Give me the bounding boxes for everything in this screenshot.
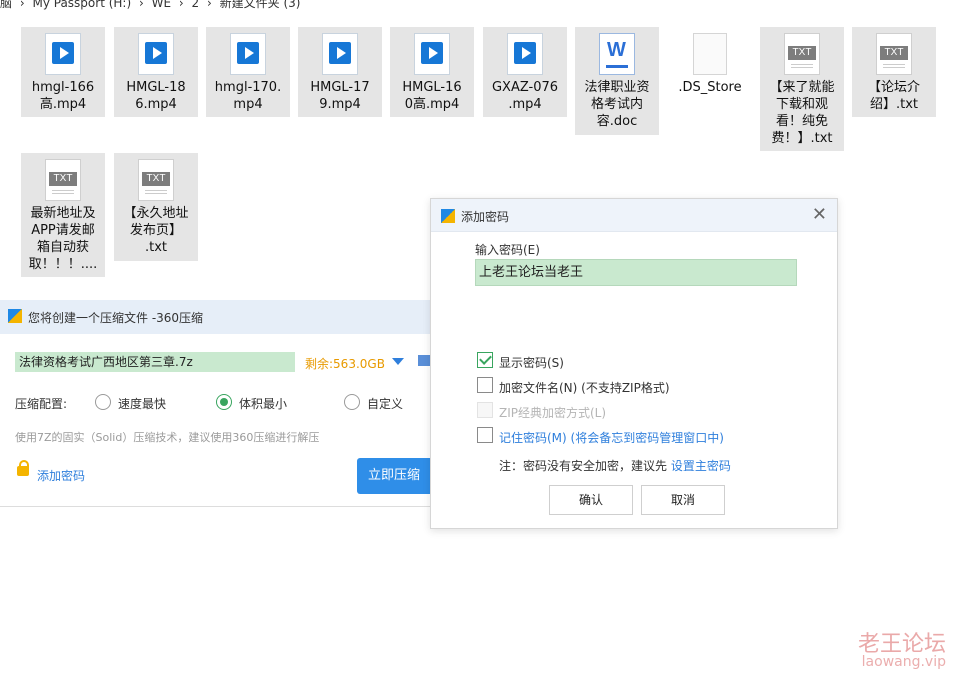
password-note: 注：密码没有安全加密，建议先 设置主密码 — [499, 457, 731, 474]
360zip-logo-icon — [8, 309, 22, 323]
file-item[interactable]: TXT 【永久地址 发布页】 .txt — [114, 153, 198, 261]
add-password-link[interactable]: 添加密码 — [37, 467, 85, 484]
lock-icon[interactable] — [17, 460, 29, 476]
radio-smallest-label[interactable]: 体积最小 — [239, 395, 287, 412]
compress-tip: 使用7Z的固实（Solid）压缩技术，建议使用360压缩进行解压 — [15, 431, 320, 444]
file-name: HMGL-18 6.mp4 — [126, 80, 186, 112]
watermark-url: laowang.vip — [861, 654, 946, 670]
breadcrumb-sep: › — [19, 0, 25, 10]
radio-fastest[interactable] — [95, 394, 111, 410]
cancel-button[interactable]: 取消 — [641, 485, 725, 515]
video-file-icon — [414, 33, 450, 75]
blank-file-icon — [693, 33, 727, 75]
file-name: 最新地址及 APP请发邮 箱自动获 取！！！.... — [28, 206, 98, 272]
file-item[interactable]: HMGL-16 0高.mp4 — [390, 27, 474, 117]
password-label: 输入密码(E) — [475, 243, 540, 257]
radio-smallest[interactable] — [216, 394, 232, 410]
breadcrumb-sep: › — [207, 0, 212, 10]
file-item[interactable]: W 法律职业资 格考试内 容.doc — [575, 27, 659, 135]
file-item[interactable]: HMGL-18 6.mp4 — [114, 27, 198, 117]
file-name: GXAZ-076 .mp4 — [491, 80, 559, 112]
radio-fastest-label[interactable]: 速度最快 — [118, 395, 166, 412]
file-name: HMGL-16 0高.mp4 — [402, 80, 462, 112]
file-item[interactable]: GXAZ-076 .mp4 — [483, 27, 567, 117]
folder-icon[interactable] — [418, 355, 430, 366]
free-space-label: 剩余:563.0GB — [305, 357, 385, 371]
file-item[interactable]: hmgl-166 高.mp4 — [21, 27, 105, 117]
file-name: HMGL-17 9.mp4 — [310, 80, 370, 112]
txt-file-icon: TXT — [876, 33, 912, 75]
file-item[interactable]: TXT 【来了就能 下载和观 看！纯免 费！】.txt — [760, 27, 844, 151]
video-file-icon — [138, 33, 174, 75]
show-password-label[interactable]: 显示密码(S) — [499, 354, 564, 371]
breadcrumb-item-pc[interactable]: 脑 — [0, 0, 12, 10]
file-item[interactable]: hmgl-170. mp4 — [206, 27, 290, 117]
file-item[interactable]: TXT 最新地址及 APP请发邮 箱自动获 取！！！.... — [21, 153, 105, 277]
encrypt-names-checkbox[interactable] — [477, 377, 493, 393]
word-file-icon: W — [599, 33, 635, 75]
video-file-icon — [45, 33, 81, 75]
video-file-icon — [230, 33, 266, 75]
360zip-logo-icon — [441, 209, 455, 223]
radio-custom[interactable] — [344, 394, 360, 410]
compress-config-label: 压缩配置: — [15, 397, 68, 411]
archive-name-input[interactable]: 法律资格考试广西地区第三章.7z — [15, 352, 295, 372]
remember-password-checkbox[interactable] — [477, 427, 493, 443]
dialog-header: 添加密码 ✕ — [431, 199, 837, 232]
encrypt-names-label[interactable]: 加密文件名(N) (不支持ZIP格式) — [499, 379, 670, 396]
breadcrumb-sep: › — [178, 0, 184, 10]
remember-password-label[interactable]: 记住密码(M) (将会备忘到密码管理窗口中) — [499, 429, 724, 446]
txt-file-icon: TXT — [784, 33, 820, 75]
radio-custom-label[interactable]: 自定义 — [367, 395, 403, 412]
chevron-down-icon[interactable] — [392, 358, 404, 365]
zip-classic-checkbox — [477, 402, 493, 418]
show-password-checkbox[interactable] — [477, 352, 493, 368]
file-name: hmgl-166 高.mp4 — [31, 80, 95, 112]
file-name: 【论坛介 绍】.txt — [867, 80, 920, 112]
set-master-password-link[interactable]: 设置主密码 — [671, 459, 731, 473]
breadcrumb-item-we[interactable]: WE — [152, 0, 171, 10]
txt-file-icon: TXT — [138, 159, 174, 201]
file-name: 【永久地址 发布页】 .txt — [123, 206, 189, 255]
dialog-title: 添加密码 — [461, 210, 510, 224]
breadcrumb: 脑 › My Passport (H:) › WE › 2 › 新建文件夹 (3… — [0, 0, 304, 10]
breadcrumb-sep: › — [138, 0, 144, 10]
close-icon[interactable]: ✕ — [812, 204, 827, 225]
password-input[interactable]: 上老王论坛当老王 — [475, 259, 797, 286]
note-text: 注：密码没有安全加密，建议先 — [499, 459, 668, 473]
file-name: .DS_Store — [678, 80, 742, 95]
file-name: 法律职业资 格考试内 容.doc — [584, 80, 650, 129]
video-file-icon — [507, 33, 543, 75]
txt-file-icon: TXT — [45, 159, 81, 201]
video-file-icon — [322, 33, 358, 75]
compress-panel-title: 您将创建一个压缩文件 -360压缩 — [28, 311, 204, 325]
file-name: hmgl-170. mp4 — [214, 80, 282, 112]
breadcrumb-item-2[interactable]: 2 — [192, 0, 200, 10]
breadcrumb-item-drive[interactable]: My Passport (H:) — [32, 0, 131, 10]
file-item[interactable]: .DS_Store — [668, 27, 752, 99]
file-item[interactable]: HMGL-17 9.mp4 — [298, 27, 382, 117]
compress-now-button[interactable]: 立即压缩 — [357, 458, 431, 494]
file-item[interactable]: TXT 【论坛介 绍】.txt — [852, 27, 936, 117]
zip-classic-label: ZIP经典加密方式(L) — [499, 406, 607, 420]
add-password-dialog: 添加密码 ✕ 输入密码(E) 上老王论坛当老王 显示密码(S) 加密文件名(N)… — [430, 198, 838, 529]
file-name: 【来了就能 下载和观 看！纯免 费！】.txt — [769, 80, 835, 146]
compress-panel-header: 您将创建一个压缩文件 -360压缩 — [0, 300, 430, 334]
breadcrumb-item-folder[interactable]: 新建文件夹 (3) — [220, 0, 301, 10]
confirm-button[interactable]: 确认 — [549, 485, 633, 515]
